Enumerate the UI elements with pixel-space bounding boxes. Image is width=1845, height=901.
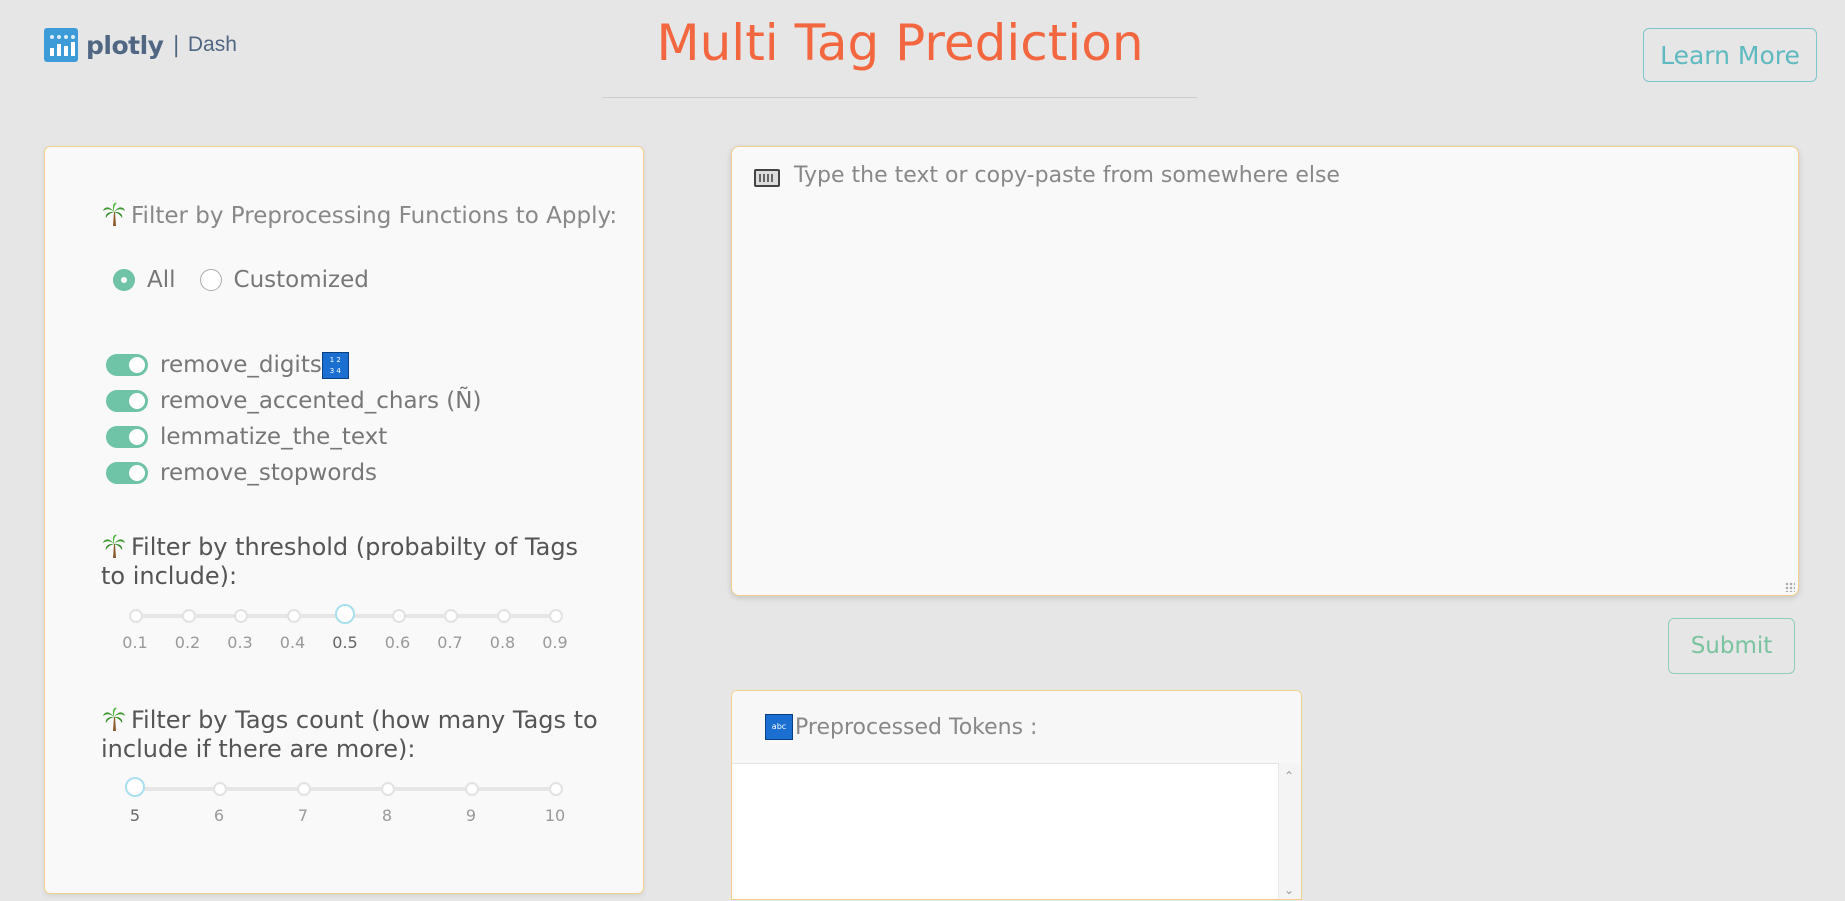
scroll-up-icon[interactable]: ⌃ <box>1284 769 1294 783</box>
function-toggle-row: lemmatize_the_text <box>106 419 481 455</box>
threshold-slider-mark-label[interactable]: 0.8 <box>483 633 523 652</box>
threshold-filter-text: Filter by threshold (probabilty of Tags … <box>101 533 579 590</box>
tags-count-slider-step-dot[interactable] <box>213 782 227 796</box>
function-toggle-row: remove_stopwords <box>106 455 481 491</box>
tags-count-filter-label: Filter by Tags count (how many Tags to i… <box>101 706 601 764</box>
tags-count-slider-step-dot[interactable] <box>465 782 479 796</box>
learn-more-button[interactable]: Learn More <box>1643 28 1817 82</box>
remove-stopwords-label: remove_stopwords <box>160 460 378 486</box>
tags-count-slider-step-dot[interactable] <box>381 782 395 796</box>
remove-digits-label: remove_digits <box>160 352 322 378</box>
radio-all[interactable] <box>113 269 135 291</box>
threshold-slider-mark-label[interactable]: 0.4 <box>273 633 313 652</box>
threshold-slider-mark-label[interactable]: 0.6 <box>378 633 418 652</box>
threshold-slider-mark-label[interactable]: 0.1 <box>115 633 155 652</box>
tags-count-slider-handle[interactable] <box>125 777 145 797</box>
palm-tree-icon <box>103 534 125 558</box>
tags-count-slider-mark-label[interactable]: 5 <box>115 806 155 825</box>
preprocessing-filter-label: Filter by Preprocessing Functions to App… <box>101 201 617 231</box>
radio-all-label: All <box>147 267 176 293</box>
tags-count-slider-step-dot[interactable] <box>549 782 563 796</box>
tags-count-slider-mark-label[interactable]: 10 <box>535 806 575 825</box>
threshold-slider-step-dot[interactable] <box>496 609 511 623</box>
scroll-down-icon[interactable]: ⌄ <box>1284 883 1294 897</box>
tags-count-slider-mark-label[interactable]: 6 <box>199 806 239 825</box>
keyboard-icon <box>754 169 780 187</box>
tags-count-slider-mark-label[interactable]: 8 <box>367 806 407 825</box>
resize-grip-icon[interactable] <box>1785 582 1795 592</box>
threshold-slider-step-dot[interactable] <box>549 609 563 623</box>
threshold-slider-step-dot[interactable] <box>286 609 301 623</box>
remove-stopwords-toggle[interactable] <box>106 462 148 484</box>
function-toggle-row: remove_digits 1 23 4 <box>106 347 481 383</box>
text-input[interactable] <box>790 159 1778 575</box>
tags-count-slider-mark-label[interactable]: 7 <box>283 806 323 825</box>
page-title: Multi Tag Prediction <box>656 14 1144 72</box>
lemmatize-label: lemmatize_the_text <box>160 424 388 450</box>
filter-panel: Filter by Preprocessing Functions to App… <box>44 146 644 894</box>
threshold-slider-step-dot[interactable] <box>181 609 196 623</box>
remove-digits-toggle[interactable] <box>106 354 148 376</box>
preprocessing-mode-radio-group: All Customized <box>113 267 369 293</box>
tags-count-slider-rail[interactable] <box>135 787 555 791</box>
threshold-filter-label: Filter by threshold (probabilty of Tags … <box>101 533 601 591</box>
threshold-slider-mark-label[interactable]: 0.5 <box>325 633 365 652</box>
palm-tree-icon <box>103 707 125 731</box>
threshold-slider-mark-label[interactable]: 0.9 <box>535 633 575 652</box>
text-input-card <box>731 146 1799 596</box>
threshold-slider-step-dot[interactable] <box>129 609 143 623</box>
threshold-slider-mark-label[interactable]: 0.2 <box>168 633 208 652</box>
remove-accented-chars-label: remove_accented_chars (Ñ) <box>160 388 482 414</box>
function-toggle-row: remove_accented_chars (Ñ) <box>106 383 481 419</box>
remove-accented-chars-toggle[interactable] <box>106 390 148 412</box>
lemmatize-toggle[interactable] <box>106 426 148 448</box>
radio-customized[interactable] <box>199 269 222 291</box>
palm-tree-icon <box>103 202 125 226</box>
threshold-slider-handle[interactable] <box>335 604 355 624</box>
tags-count-slider-mark-label[interactable]: 9 <box>451 806 491 825</box>
submit-button[interactable]: Submit <box>1668 618 1795 674</box>
tags-count-slider-step-dot[interactable] <box>297 782 311 796</box>
preprocessing-filter-text: Filter by Preprocessing Functions to App… <box>131 203 618 229</box>
threshold-slider-step-dot[interactable] <box>391 609 406 623</box>
title-divider <box>602 97 1197 98</box>
digits-icon: 1 23 4 <box>321 351 349 379</box>
radio-customized-label: Customized <box>233 267 369 293</box>
tags-count-filter-text: Filter by Tags count (how many Tags to i… <box>101 706 598 763</box>
tokens-header: abc Preprocessed Tokens : <box>732 691 1301 764</box>
preprocessing-functions-list: remove_digits 1 23 4 remove_accented_char… <box>106 347 481 491</box>
threshold-slider-mark-label[interactable]: 0.3 <box>220 633 260 652</box>
abc-icon: abc <box>765 714 793 740</box>
threshold-slider-step-dot[interactable] <box>234 609 248 623</box>
preprocessed-tokens-card: abc Preprocessed Tokens : ⌃ ⌄ <box>731 690 1302 900</box>
threshold-slider-step-dot[interactable] <box>444 609 458 623</box>
threshold-slider-mark-label[interactable]: 0.7 <box>430 633 470 652</box>
tokens-title: Preprocessed Tokens : <box>795 714 1038 740</box>
tokens-scrollbar[interactable]: ⌃ ⌄ <box>1278 763 1301 899</box>
